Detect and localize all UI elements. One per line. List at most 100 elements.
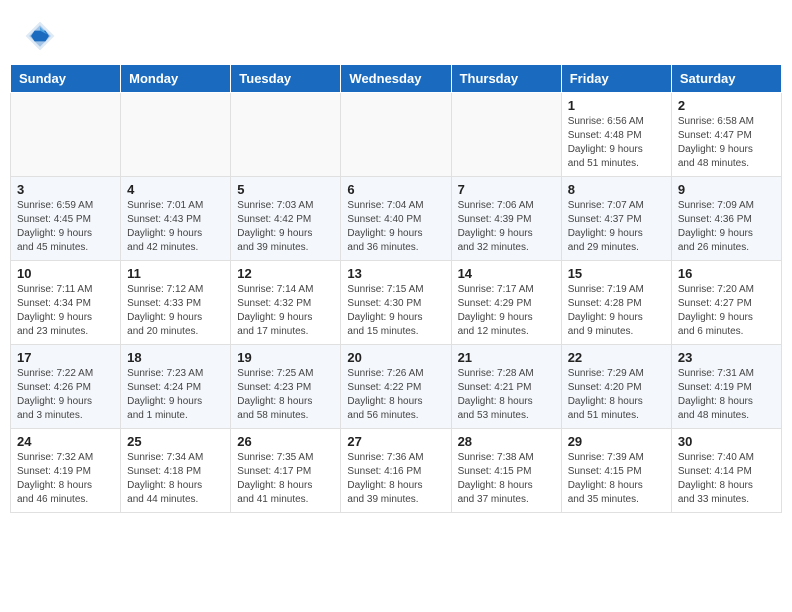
calendar-day-cell: 3 Sunrise: 6:59 AM Sunset: 4:45 PM Daylig… (11, 177, 121, 261)
calendar-day-header: Sunday (11, 65, 121, 93)
day-number: 26 (237, 434, 334, 449)
day-info: Sunrise: 6:58 AM Sunset: 4:47 PM Dayligh… (678, 115, 775, 171)
calendar-day-cell: 14 Sunrise: 7:17 AM Sunset: 4:29 PM Dayli… (451, 261, 561, 345)
day-info: Sunrise: 7:25 AM Sunset: 4:23 PM Dayligh… (237, 367, 334, 423)
day-info: Sunrise: 7:06 AM Sunset: 4:39 PM Dayligh… (458, 199, 555, 255)
day-number: 11 (127, 266, 224, 281)
calendar-day-cell: 1 Sunrise: 6:56 AM Sunset: 4:48 PM Daylig… (561, 93, 671, 177)
day-number: 2 (678, 98, 775, 113)
calendar-day-cell: 9Sunrise: 7:09 AM Sunset: 4:36 PM Daylig… (671, 177, 781, 261)
day-number: 24 (17, 434, 114, 449)
day-info: Sunrise: 6:59 AM Sunset: 4:45 PM Dayligh… (17, 199, 114, 255)
calendar-week-row: 1 Sunrise: 6:56 AM Sunset: 4:48 PM Daylig… (11, 93, 782, 177)
day-number: 14 (458, 266, 555, 281)
calendar-day-cell (451, 93, 561, 177)
calendar-day-cell: 25 Sunrise: 7:34 AM Sunset: 4:18 PM Dayli… (121, 429, 231, 513)
day-info: Sunrise: 7:09 AM Sunset: 4:36 PM Dayligh… (678, 199, 775, 255)
calendar-day-cell (11, 93, 121, 177)
calendar-wrapper: SundayMondayTuesdayWednesdayThursdayFrid… (0, 64, 792, 523)
calendar-table: SundayMondayTuesdayWednesdayThursdayFrid… (10, 64, 782, 513)
calendar-day-cell: 27 Sunrise: 7:36 AM Sunset: 4:16 PM Dayli… (341, 429, 451, 513)
day-number: 25 (127, 434, 224, 449)
calendar-day-cell: 7 Sunrise: 7:06 AM Sunset: 4:39 PM Daylig… (451, 177, 561, 261)
day-number: 23 (678, 350, 775, 365)
calendar-day-header: Wednesday (341, 65, 451, 93)
calendar-day-cell: 10 Sunrise: 7:11 AM Sunset: 4:34 PM Dayli… (11, 261, 121, 345)
day-number: 6 (347, 182, 444, 197)
day-info: Sunrise: 7:17 AM Sunset: 4:29 PM Dayligh… (458, 283, 555, 339)
day-info: Sunrise: 7:07 AM Sunset: 4:37 PM Dayligh… (568, 199, 665, 255)
calendar-day-header: Thursday (451, 65, 561, 93)
day-number: 30 (678, 434, 775, 449)
day-info: Sunrise: 7:22 AM Sunset: 4:26 PM Dayligh… (17, 367, 114, 423)
calendar-day-cell: 16 Sunrise: 7:20 AM Sunset: 4:27 PM Dayli… (671, 261, 781, 345)
day-info: Sunrise: 7:11 AM Sunset: 4:34 PM Dayligh… (17, 283, 114, 339)
calendar-day-cell: 30Sunrise: 7:40 AM Sunset: 4:14 PM Dayli… (671, 429, 781, 513)
day-number: 13 (347, 266, 444, 281)
calendar-day-cell: 13 Sunrise: 7:15 AM Sunset: 4:30 PM Dayli… (341, 261, 451, 345)
day-info: Sunrise: 7:20 AM Sunset: 4:27 PM Dayligh… (678, 283, 775, 339)
calendar-day-header: Monday (121, 65, 231, 93)
calendar-day-cell: 4 Sunrise: 7:01 AM Sunset: 4:43 PM Daylig… (121, 177, 231, 261)
calendar-day-cell: 5 Sunrise: 7:03 AM Sunset: 4:42 PM Daylig… (231, 177, 341, 261)
day-number: 29 (568, 434, 665, 449)
calendar-day-header: Saturday (671, 65, 781, 93)
calendar-day-cell: 29 Sunrise: 7:39 AM Sunset: 4:15 PM Dayli… (561, 429, 671, 513)
day-number: 27 (347, 434, 444, 449)
day-number: 15 (568, 266, 665, 281)
day-number: 19 (237, 350, 334, 365)
calendar-day-cell: 21Sunrise: 7:28 AM Sunset: 4:21 PM Dayli… (451, 345, 561, 429)
day-info: Sunrise: 7:15 AM Sunset: 4:30 PM Dayligh… (347, 283, 444, 339)
calendar-day-cell: 17 Sunrise: 7:22 AM Sunset: 4:26 PM Dayli… (11, 345, 121, 429)
day-number: 28 (458, 434, 555, 449)
day-number: 16 (678, 266, 775, 281)
day-info: Sunrise: 7:31 AM Sunset: 4:19 PM Dayligh… (678, 367, 775, 423)
day-info: Sunrise: 7:32 AM Sunset: 4:19 PM Dayligh… (17, 451, 114, 507)
day-info: Sunrise: 7:12 AM Sunset: 4:33 PM Dayligh… (127, 283, 224, 339)
calendar-day-cell: 2 Sunrise: 6:58 AM Sunset: 4:47 PM Daylig… (671, 93, 781, 177)
calendar-header-row: SundayMondayTuesdayWednesdayThursdayFrid… (11, 65, 782, 93)
calendar-day-cell: 20 Sunrise: 7:26 AM Sunset: 4:22 PM Dayli… (341, 345, 451, 429)
day-info: Sunrise: 7:36 AM Sunset: 4:16 PM Dayligh… (347, 451, 444, 507)
day-info: Sunrise: 7:01 AM Sunset: 4:43 PM Dayligh… (127, 199, 224, 255)
day-info: Sunrise: 7:23 AM Sunset: 4:24 PM Dayligh… (127, 367, 224, 423)
day-number: 8 (568, 182, 665, 197)
day-number: 22 (568, 350, 665, 365)
day-number: 3 (17, 182, 114, 197)
day-info: Sunrise: 7:14 AM Sunset: 4:32 PM Dayligh… (237, 283, 334, 339)
day-info: Sunrise: 7:26 AM Sunset: 4:22 PM Dayligh… (347, 367, 444, 423)
calendar-day-cell: 6 Sunrise: 7:04 AM Sunset: 4:40 PM Daylig… (341, 177, 451, 261)
calendar-week-row: 10 Sunrise: 7:11 AM Sunset: 4:34 PM Dayli… (11, 261, 782, 345)
calendar-week-row: 17 Sunrise: 7:22 AM Sunset: 4:26 PM Dayli… (11, 345, 782, 429)
day-number: 4 (127, 182, 224, 197)
logo (22, 18, 64, 54)
calendar-day-cell (231, 93, 341, 177)
day-info: Sunrise: 7:03 AM Sunset: 4:42 PM Dayligh… (237, 199, 334, 255)
day-number: 10 (17, 266, 114, 281)
day-number: 12 (237, 266, 334, 281)
day-info: Sunrise: 7:29 AM Sunset: 4:20 PM Dayligh… (568, 367, 665, 423)
calendar-day-cell: 15Sunrise: 7:19 AM Sunset: 4:28 PM Dayli… (561, 261, 671, 345)
calendar-day-cell: 24 Sunrise: 7:32 AM Sunset: 4:19 PM Dayli… (11, 429, 121, 513)
day-number: 20 (347, 350, 444, 365)
day-number: 5 (237, 182, 334, 197)
day-number: 1 (568, 98, 665, 113)
page-header (0, 0, 792, 64)
calendar-day-cell: 12 Sunrise: 7:14 AM Sunset: 4:32 PM Dayli… (231, 261, 341, 345)
calendar-day-cell: 22 Sunrise: 7:29 AM Sunset: 4:20 PM Dayli… (561, 345, 671, 429)
calendar-day-cell: 26Sunrise: 7:35 AM Sunset: 4:17 PM Dayli… (231, 429, 341, 513)
day-number: 7 (458, 182, 555, 197)
day-info: Sunrise: 6:56 AM Sunset: 4:48 PM Dayligh… (568, 115, 665, 171)
day-info: Sunrise: 7:04 AM Sunset: 4:40 PM Dayligh… (347, 199, 444, 255)
calendar-week-row: 24 Sunrise: 7:32 AM Sunset: 4:19 PM Dayli… (11, 429, 782, 513)
day-number: 18 (127, 350, 224, 365)
calendar-day-header: Friday (561, 65, 671, 93)
calendar-week-row: 3 Sunrise: 6:59 AM Sunset: 4:45 PM Daylig… (11, 177, 782, 261)
day-number: 21 (458, 350, 555, 365)
day-number: 17 (17, 350, 114, 365)
day-info: Sunrise: 7:39 AM Sunset: 4:15 PM Dayligh… (568, 451, 665, 507)
calendar-day-cell: 8 Sunrise: 7:07 AM Sunset: 4:37 PM Daylig… (561, 177, 671, 261)
calendar-day-cell: 19 Sunrise: 7:25 AM Sunset: 4:23 PM Dayli… (231, 345, 341, 429)
day-info: Sunrise: 7:34 AM Sunset: 4:18 PM Dayligh… (127, 451, 224, 507)
calendar-day-cell (341, 93, 451, 177)
